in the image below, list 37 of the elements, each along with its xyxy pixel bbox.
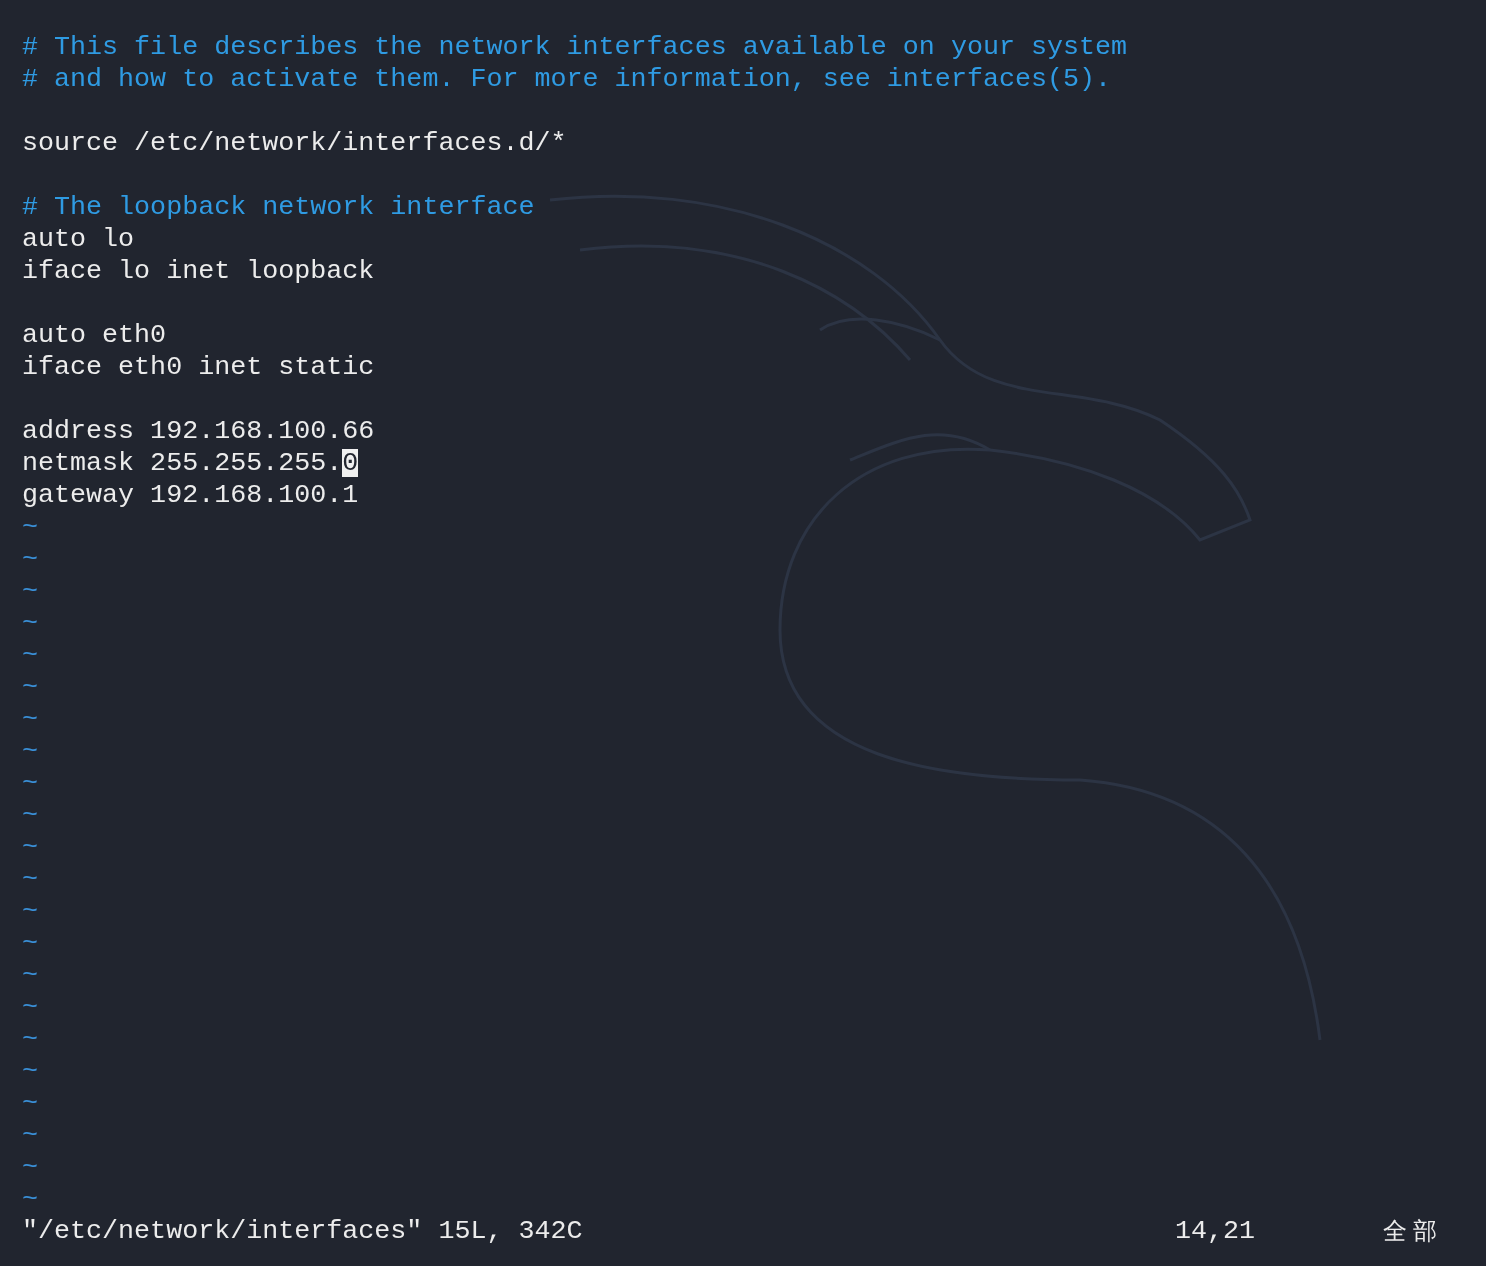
empty-line-marker: ~ [22,928,38,958]
code-line: source /etc/network/interfaces.d/* [22,127,567,159]
empty-line-marker: ~ [22,512,38,542]
empty-line-marker: ~ [22,992,38,1022]
empty-line-marker: ~ [22,736,38,766]
empty-line-marker: ~ [22,1152,38,1182]
scroll-indicator: 全部 [1383,1216,1443,1247]
empty-line-marker: ~ [22,672,38,702]
cursor: 0 [342,449,359,477]
empty-line-marker: ~ [22,1088,38,1118]
empty-line-marker: ~ [22,704,38,734]
code-line: netmask 255.255.255. [22,447,343,479]
code-line: auto lo [22,223,135,255]
code-line: auto eth0 [22,319,167,351]
empty-line-marker: ~ [22,1184,38,1214]
empty-line-marker: ~ [22,640,38,670]
comment-line: # and how to activate them. For more information, see interfaces(5). [22,63,1112,95]
empty-line-marker: ~ [22,896,38,926]
code-line: iface eth0 inet static [22,351,375,383]
empty-line-marker: ~ [22,608,38,638]
empty-line-marker: ~ [22,1056,38,1086]
code-line: address 192.168.100.66 [22,415,375,447]
code-line: iface lo inet loopback [22,255,375,287]
empty-line-marker: ~ [22,544,38,574]
empty-line-marker: ~ [22,800,38,830]
cursor-position: 14,21 [1175,1215,1257,1247]
comment-line: # The loopback network interface [22,191,535,223]
empty-line-marker: ~ [22,768,38,798]
empty-line-marker: ~ [22,832,38,862]
empty-line-marker: ~ [22,1024,38,1054]
empty-line-marker: ~ [22,864,38,894]
code-line: gateway 192.168.100.1 [22,479,359,511]
empty-line-marker: ~ [22,1120,38,1150]
comment-line: # This file describes the network interfaces available on your system [22,31,1128,63]
empty-line-marker: ~ [22,960,38,990]
empty-line-marker: ~ [22,576,38,606]
status-message: "/etc/network/interfaces" 15L, 342C [22,1215,584,1247]
